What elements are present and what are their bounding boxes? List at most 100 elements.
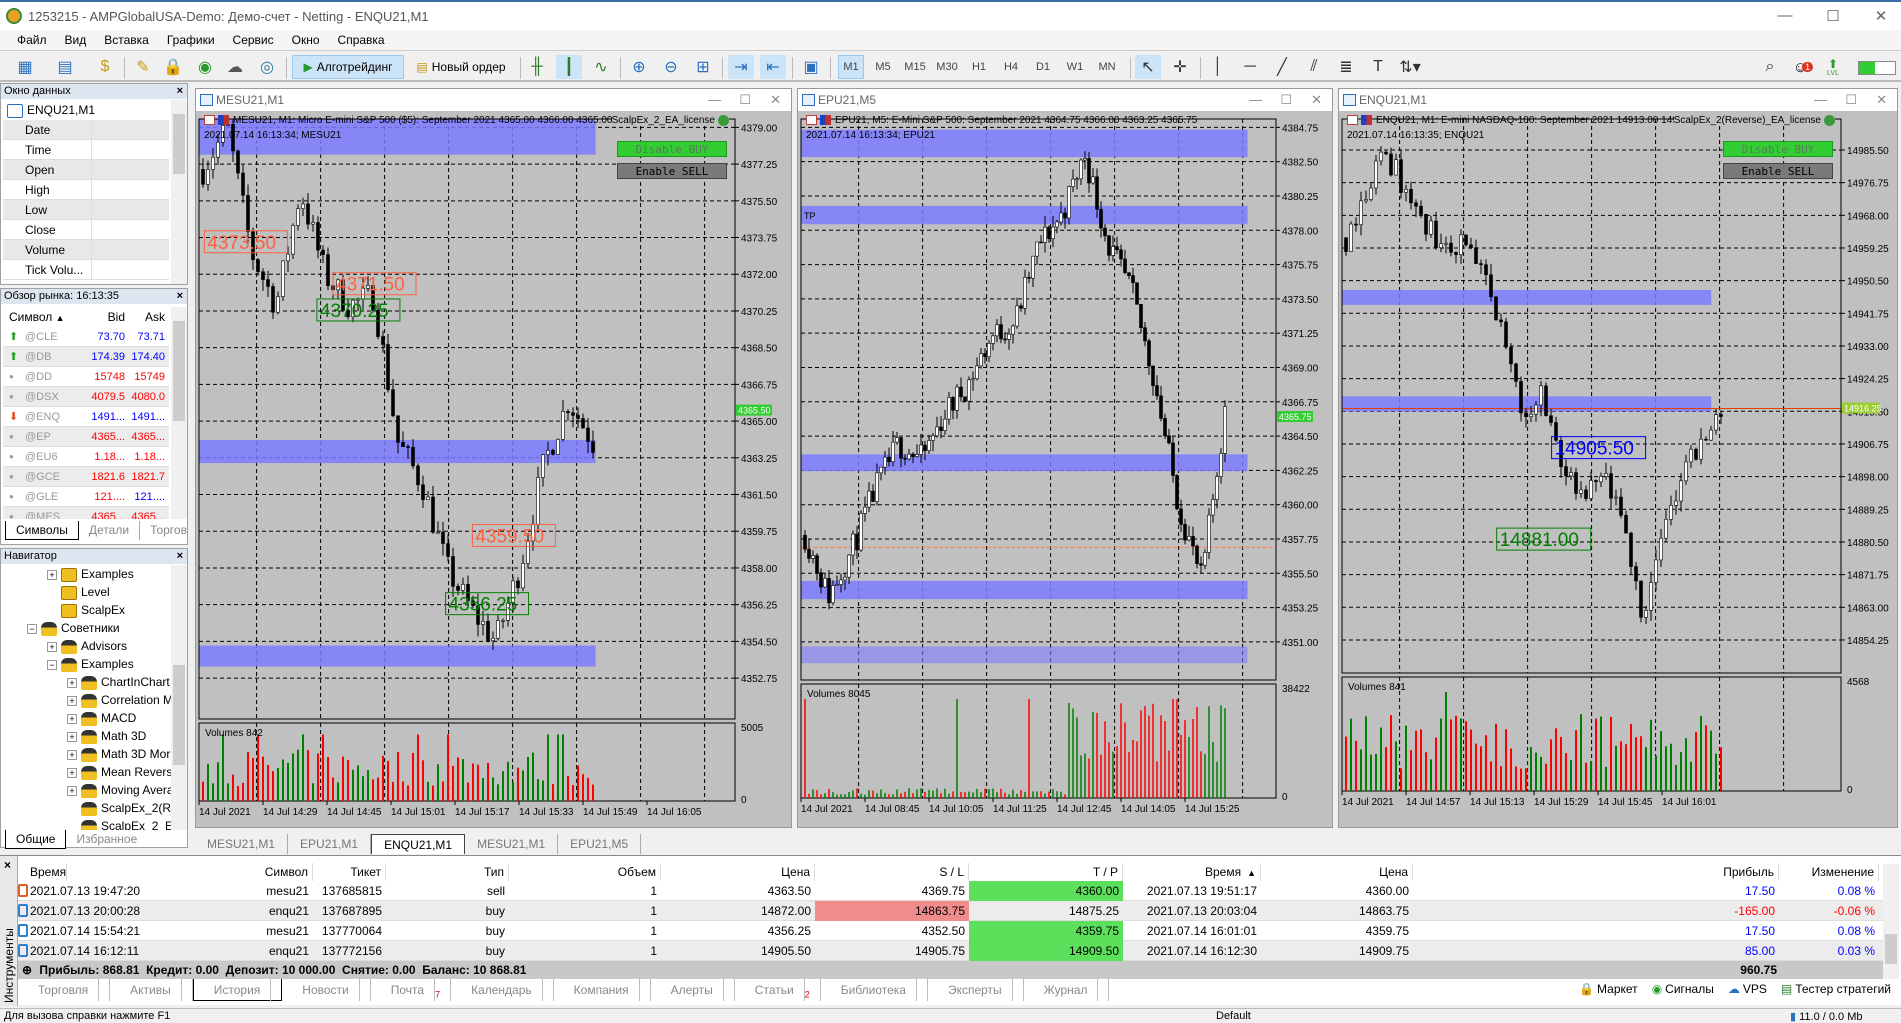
toolbox-tab[interactable]: Почта 7 xyxy=(371,979,452,1001)
col-bid[interactable]: Bid xyxy=(108,307,125,327)
chart-shift-icon[interactable]: ⇤ xyxy=(760,55,786,79)
crosshair-icon[interactable]: ✛ xyxy=(1167,55,1193,79)
new-chart-icon[interactable]: ▦ xyxy=(12,55,38,79)
market-row[interactable]: ● @MES 4365... 4365... xyxy=(3,507,169,519)
navigator-item[interactable]: + Math 3D Morp xyxy=(67,745,171,763)
market-row[interactable]: ● @DSX 4079.5 4080.0 xyxy=(3,387,169,407)
minimize-button[interactable]: — xyxy=(1814,92,1827,107)
price-chart[interactable]: 4384.75 4382.50 4380.25 4378.00 4375.75 4373.… xyxy=(798,111,1332,827)
trendline-icon[interactable]: ╱ xyxy=(1269,55,1295,79)
market-row[interactable]: ● @GLE 121.... 121.... xyxy=(3,487,169,507)
autoscroll-icon[interactable]: ⇥ xyxy=(728,55,754,79)
navigator-item[interactable]: − Советники xyxy=(27,619,120,637)
collapse-icon[interactable]: − xyxy=(27,623,37,634)
disable-buy-button[interactable]: Disable BUY xyxy=(1723,141,1833,157)
market-row[interactable]: ● @GCE 1821.6 1821.7 xyxy=(3,467,169,487)
equidistant-channel-icon[interactable]: ⫽ xyxy=(1301,55,1327,79)
collapse-icon[interactable]: − xyxy=(47,659,57,670)
column-header[interactable]: Время xyxy=(30,863,68,881)
history-row[interactable]: 2021.07.13 20:00:28 enqu21 137687895 buy 1 14… xyxy=(18,901,1883,921)
chart-tab[interactable]: ENQU21,M1 xyxy=(371,834,466,854)
text-icon[interactable]: T xyxy=(1365,55,1391,79)
navigator-item[interactable]: +ScalpEx_2(Reve xyxy=(67,799,171,817)
toolbox-tab[interactable]: Статьи 2 xyxy=(735,979,821,1001)
signals-icon[interactable]: ◉ xyxy=(192,55,218,79)
column-header[interactable]: Символ xyxy=(175,863,313,881)
chart-save-icon[interactable] xyxy=(820,115,831,126)
price-chart[interactable]: 14985.50 14976.75 14968.00 14959.25 14950.50… xyxy=(1339,111,1897,827)
vertical-line-icon[interactable]: │ xyxy=(1205,55,1231,79)
menu-4[interactable]: Сервис xyxy=(224,30,283,50)
chart-save-icon[interactable] xyxy=(218,115,229,126)
new-order-button[interactable]: ▤ Новый ордер xyxy=(408,55,514,79)
history-row[interactable]: 2021.07.13 19:47:20 mesu21 137685815 sell 1 4… xyxy=(18,881,1883,901)
enable-sell-button[interactable]: Enable SELL xyxy=(1723,163,1833,179)
enable-sell-button[interactable]: Enable SELL xyxy=(617,163,727,179)
cursor-icon[interactable]: ↖ xyxy=(1135,55,1161,79)
expand-icon[interactable]: + xyxy=(67,731,77,742)
link-signals[interactable]: ◉ Сигналы xyxy=(1652,982,1714,996)
expand-icon[interactable]: + xyxy=(67,767,77,778)
close-button[interactable]: ✕ xyxy=(1876,92,1887,108)
link-market[interactable]: 🔒 Маркет xyxy=(1579,982,1638,996)
column-header[interactable]: Изменение xyxy=(1779,863,1879,881)
scrollbar[interactable] xyxy=(1883,864,1899,979)
navigator-item[interactable]: + Math 3D xyxy=(67,727,146,745)
tile-windows-icon[interactable]: ⊞ xyxy=(690,55,716,79)
scrollbar[interactable] xyxy=(171,100,187,284)
history-row[interactable]: 2021.07.14 15:54:21 mesu21 137770064 buy 1 43… xyxy=(18,921,1883,941)
zoom-in-icon[interactable]: ⊕ xyxy=(626,55,652,79)
toolbox-tab[interactable]: История xyxy=(192,979,283,1001)
toolbox-tab[interactable]: Торговля xyxy=(18,979,111,1001)
column-header[interactable]: Объем xyxy=(509,863,661,881)
history-row[interactable]: 2021.07.14 16:12:11 enqu21 137772156 buy 1 14… xyxy=(18,941,1883,961)
price-chart[interactable]: 4379.00 4377.25 4375.50 4373.75 4372.00 4370.… xyxy=(196,111,791,827)
templates-icon[interactable]: ▣ xyxy=(798,55,824,79)
notifications-button[interactable]: ☺ 1 xyxy=(1790,55,1816,79)
horizontal-line-icon[interactable]: ─ xyxy=(1237,55,1263,79)
navigator-item[interactable]: +ScalpEx xyxy=(47,601,125,619)
column-header[interactable]: Цена xyxy=(1261,863,1413,881)
chart-properties-icon[interactable] xyxy=(806,115,817,126)
navigator-item[interactable]: +ScalpEx_2_EA xyxy=(67,817,171,830)
expert-running-icon[interactable] xyxy=(1824,115,1835,126)
market-row[interactable]: ● @EP 4365... 4365... xyxy=(3,427,169,447)
chart-tab[interactable]: EPU21,M5 xyxy=(558,834,642,854)
minimize-button[interactable]: — xyxy=(708,92,721,107)
col-symbol[interactable]: Символ ▲ xyxy=(9,307,65,328)
fibonacci-icon[interactable]: ≣ xyxy=(1333,55,1359,79)
navigator-item[interactable]: + Mean Reversio xyxy=(67,763,171,781)
maximize-button[interactable]: ☐ xyxy=(1280,92,1292,108)
market-icon[interactable]: 🔒 xyxy=(160,55,186,79)
community-icon[interactable]: ◎ xyxy=(254,55,280,79)
column-header[interactable]: T / P xyxy=(969,863,1123,881)
account-icon[interactable]: $ xyxy=(92,55,118,79)
market-tab-2[interactable]: Торгов xyxy=(140,521,198,540)
menu-6[interactable]: Справка xyxy=(329,30,394,50)
market-tab-0[interactable]: Символы xyxy=(5,521,79,540)
close-icon[interactable]: × xyxy=(177,289,183,304)
lvl-button[interactable]: ⬆ LVL xyxy=(1822,55,1844,79)
close-icon[interactable]: × xyxy=(4,858,11,872)
toolbox-tab[interactable]: Алерты xyxy=(651,979,735,1001)
navigator-tab-0[interactable]: Общие xyxy=(5,830,67,849)
menu-3[interactable]: Графики xyxy=(158,30,224,50)
scrollbar[interactable] xyxy=(171,565,187,830)
timeframe-W1[interactable]: W1 xyxy=(1062,55,1088,79)
expand-icon[interactable]: + xyxy=(47,641,57,652)
close-icon[interactable]: × xyxy=(177,84,183,99)
metaeditor-icon[interactable]: ✎ xyxy=(130,55,156,79)
minimize-button[interactable]: — xyxy=(1770,7,1800,27)
chart-properties-icon[interactable] xyxy=(1347,115,1358,126)
menu-2[interactable]: Вставка xyxy=(95,30,158,50)
maximize-button[interactable]: ☐ xyxy=(1845,92,1857,108)
toolbox-tab[interactable]: Активы xyxy=(110,979,193,1001)
timeframe-M15[interactable]: M15 xyxy=(902,55,928,79)
scrollbar[interactable] xyxy=(171,307,187,519)
column-header[interactable]: Тикет xyxy=(313,863,386,881)
navigator-item[interactable]: + Advisors xyxy=(47,637,127,655)
close-icon[interactable]: × xyxy=(177,549,183,564)
toolbox-tab[interactable]: Новости xyxy=(282,979,371,1001)
close-button[interactable]: ✕ xyxy=(1866,7,1896,27)
market-tab-1[interactable]: Детали xyxy=(79,521,141,540)
